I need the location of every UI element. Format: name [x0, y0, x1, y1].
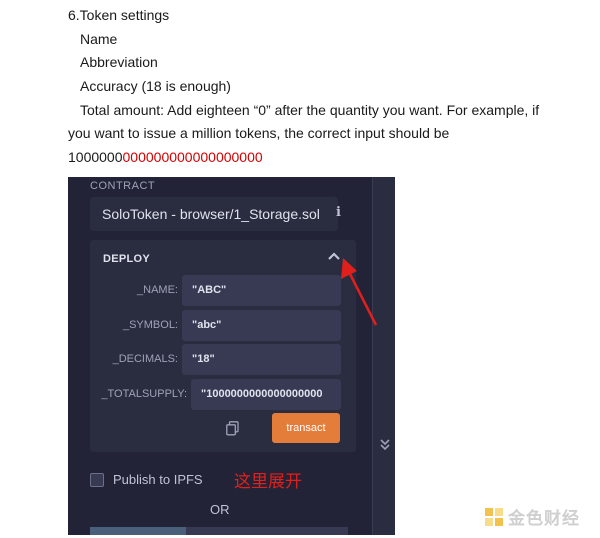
transact-button[interactable]: transact [272, 413, 340, 443]
param-input-symbol[interactable]: "abc" [182, 310, 341, 341]
caret-up-icon[interactable] [328, 250, 340, 264]
param-label-totalsupply: _TOTALSUPPLY: [101, 388, 187, 400]
example-prefix: 1000000 [68, 149, 123, 165]
jinse-logo [485, 507, 503, 526]
or-divider-label: OR [210, 502, 230, 517]
doc-total-amount: Total amount: Add eighteen “0” after the… [80, 102, 540, 118]
doc-example-value: 1000000000000000000000000 [68, 148, 263, 166]
doc-total-amount-cont: you want to issue a million tokens, the … [68, 125, 450, 141]
copy-icon[interactable] [226, 421, 239, 441]
doc-item-abbreviation: Abbreviation [80, 54, 158, 70]
param-label-decimals: _DECIMALS: [112, 353, 178, 365]
right-scroll-panel[interactable] [372, 177, 395, 535]
bottom-bar-highlight [90, 527, 186, 535]
param-input-decimals[interactable]: "18" [182, 344, 341, 375]
param-label-symbol: _SYMBOL: [122, 319, 178, 331]
section-heading: 6.Token settings [68, 7, 170, 23]
example-zeros: 000000000000000000 [122, 149, 263, 165]
bottom-input-bar[interactable] [90, 527, 348, 535]
info-icon[interactable]: i [336, 205, 341, 220]
watermark-text: 金色财经 [508, 509, 580, 528]
contract-label: CONTRACT [90, 180, 156, 192]
publish-ipfs-checkbox[interactable] [90, 473, 104, 487]
watermark: 金色财经 [484, 504, 580, 529]
annotation-expand-here: 这里展开 [234, 472, 302, 492]
contract-select[interactable]: SoloToken - browser/1_Storage.sol [90, 197, 338, 231]
doc-item-accuracy: Accuracy (18 is enough) [80, 78, 231, 94]
deploy-title: DEPLOY [103, 253, 151, 265]
param-input-name[interactable]: "ABC" [182, 275, 341, 306]
chevron-double-down-icon[interactable] [373, 439, 395, 454]
deploy-panel: DEPLOY _NAME: "ABC" _SYMBOL: "abc" _DECI… [90, 240, 356, 452]
publish-ipfs-label: Publish to IPFS [113, 472, 203, 487]
doc-item-name: Name [80, 31, 118, 47]
param-input-totalsupply[interactable]: "1000000000000000000 [191, 379, 341, 410]
param-label-name: _NAME: [137, 284, 178, 296]
remix-deploy-screenshot: CONTRACT SoloToken - browser/1_Storage.s… [68, 177, 395, 535]
